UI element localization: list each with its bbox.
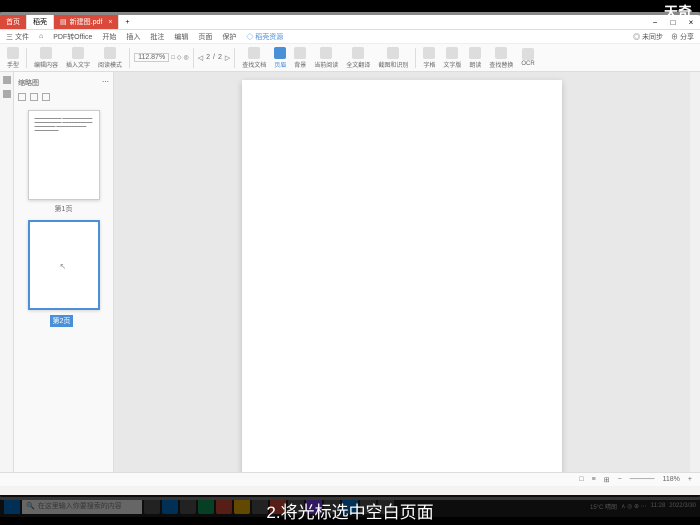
fit-width-icon[interactable]: □ (171, 55, 175, 61)
zoom-value: 118% (663, 476, 680, 483)
next-page-icon[interactable]: ▷ (225, 54, 230, 62)
insert-text-icon (72, 47, 84, 59)
share-button[interactable]: ⊕ 分享 (671, 32, 694, 42)
tool-insert-text[interactable]: 插入文字 (63, 47, 93, 69)
menu-resource[interactable]: ◇ 稻壳资源 (246, 32, 283, 42)
pdf-icon: ▤ (60, 18, 67, 26)
toolbar: 手型 编辑内容 插入文字 阅读模式 112.87% □ ◇ ◎ ◁ 2/2 ▷ … (0, 44, 700, 72)
prev-page-icon[interactable]: ◁ (198, 54, 203, 62)
thumbnail-panel: 缩略图 ⋯ ▬▬▬▬▬▬▬▬▬ ▬▬▬▬▬▬▬▬▬▬ ▬▬▬▬▬▬▬▬▬ ▬▬▬… (14, 72, 114, 472)
zoom-slider[interactable]: ───── (630, 476, 655, 483)
edit-icon (40, 47, 52, 59)
page-total: 2 (218, 54, 222, 61)
header-icon (274, 47, 286, 59)
screenshot-icon (387, 47, 399, 59)
thumb-tool-2[interactable] (30, 93, 38, 101)
thumb-2-label: 第2页 (50, 315, 74, 327)
tool-read-mode[interactable]: 阅读模式 (95, 47, 125, 69)
tab-docer[interactable]: 稻壳 (27, 15, 54, 29)
menu-protect[interactable]: 保护 (222, 32, 236, 42)
page-indicator: ◁ 2/2 ▷ (198, 54, 231, 62)
page-current[interactable]: 2 (206, 54, 210, 61)
thumb-options-icon[interactable]: ⋯ (102, 78, 109, 88)
current-read-icon (320, 47, 332, 59)
search-icon (495, 47, 507, 59)
menu-start[interactable]: 开始 (102, 32, 116, 42)
menu-annotate[interactable]: 批注 (150, 32, 164, 42)
menu-pdf-office[interactable]: PDF转Office (53, 32, 92, 42)
cursor-icon: ↖ (60, 262, 67, 272)
menu-edit[interactable]: 编辑 (174, 32, 188, 42)
view-mode-1[interactable]: □ (579, 476, 583, 483)
left-sidebar (0, 72, 14, 472)
tool-screenshot[interactable]: 截图和识别 (375, 47, 411, 69)
instruction-caption: 2.将光标选中空白页面 (0, 495, 700, 525)
statusbar: □ ≡ ⊞ − ───── 118% + (0, 472, 700, 486)
menu-insert[interactable]: 插入 (126, 32, 140, 42)
zoom-out[interactable]: − (618, 476, 622, 483)
translate-icon (352, 47, 364, 59)
tool-current-read[interactable]: 当前阅读 (311, 47, 341, 69)
tab-document[interactable]: ▤ 新建图.pdf × (54, 15, 119, 29)
fit-page-icon[interactable]: ◇ (177, 54, 182, 61)
app-window: 首页 稻壳 ▤ 新建图.pdf × + − □ × 三 文件 ⌂ PDF转Off… (0, 15, 700, 495)
menubar: 三 文件 ⌂ PDF转Office 开始 插入 批注 编辑 页面 保护 ◇ 稻壳… (0, 30, 700, 44)
thumbnail-header: 缩略图 (18, 78, 39, 88)
tool-ocr[interactable]: OCR (518, 48, 537, 67)
view-mode-3[interactable]: ⊞ (604, 476, 610, 484)
tool-header[interactable]: 页眉 (271, 47, 289, 69)
grid-icon (423, 47, 435, 59)
view-mode-2[interactable]: ≡ (592, 476, 596, 483)
zoom-in[interactable]: + (688, 476, 692, 483)
sync-status[interactable]: ◎ 未同步 (633, 32, 663, 42)
tool-edit[interactable]: 编辑内容 (31, 47, 61, 69)
workspace: 缩略图 ⋯ ▬▬▬▬▬▬▬▬▬ ▬▬▬▬▬▬▬▬▬▬ ▬▬▬▬▬▬▬▬▬ ▬▬▬… (0, 72, 700, 472)
thumb-tool-3[interactable] (42, 93, 50, 101)
thumbnail-page-1[interactable]: ▬▬▬▬▬▬▬▬▬ ▬▬▬▬▬▬▬▬▬▬ ▬▬▬▬▬▬▬▬▬ ▬▬▬▬▬▬▬▬▬… (28, 110, 100, 214)
menu-home-icon[interactable]: ⌂ (39, 33, 43, 40)
tab-home[interactable]: 首页 (0, 15, 27, 29)
bg-icon (294, 47, 306, 59)
read-icon (104, 47, 116, 59)
rotate-icon[interactable]: ◎ (183, 54, 188, 61)
thumb-1-preview: ▬▬▬▬▬▬▬▬▬ ▬▬▬▬▬▬▬▬▬▬ ▬▬▬▬▬▬▬▬▬ ▬▬▬▬▬▬▬▬▬… (28, 110, 100, 200)
thumbnail-page-2[interactable]: ↖ 第2页 (28, 220, 100, 328)
menu-page[interactable]: 页面 (198, 32, 212, 42)
ocr-icon (522, 48, 534, 60)
tool-text-ver[interactable]: 文字版 (440, 47, 464, 69)
menu-file[interactable]: 三 文件 (6, 32, 29, 42)
speaker-icon (469, 47, 481, 59)
tool-read-aloud[interactable]: 朗读 (466, 47, 484, 69)
outline-tab-icon[interactable] (3, 90, 11, 98)
close-tab-icon[interactable]: × (108, 19, 112, 26)
titlebar: 首页 稻壳 ▤ 新建图.pdf × + − □ × (0, 15, 700, 30)
hand-icon (7, 47, 19, 59)
tool-find-replace[interactable]: 查找替换 (486, 47, 516, 69)
add-tab-button[interactable]: + (119, 15, 135, 29)
scrollbar[interactable] (690, 72, 700, 472)
text-ver-icon (446, 47, 458, 59)
thumb-2-preview: ↖ (28, 220, 100, 310)
blank-page[interactable] (242, 80, 562, 472)
tool-hand[interactable]: 手型 (4, 47, 22, 69)
watermark-text: 天奇 (664, 2, 692, 22)
minimize-button[interactable]: − (646, 15, 664, 30)
tool-grid[interactable]: 字格 (420, 47, 438, 69)
document-canvas[interactable] (114, 72, 690, 472)
find-icon (248, 47, 260, 59)
tool-bg[interactable]: 背景 (291, 47, 309, 69)
thumb-1-label: 第1页 (28, 204, 100, 214)
tool-find[interactable]: 查找文档 (239, 47, 269, 69)
thumb-tool-1[interactable] (18, 93, 26, 101)
tool-translate[interactable]: 全文翻译 (343, 47, 373, 69)
thumbnail-tab-icon[interactable] (3, 76, 11, 84)
zoom-field[interactable]: 112.87% (134, 53, 169, 62)
